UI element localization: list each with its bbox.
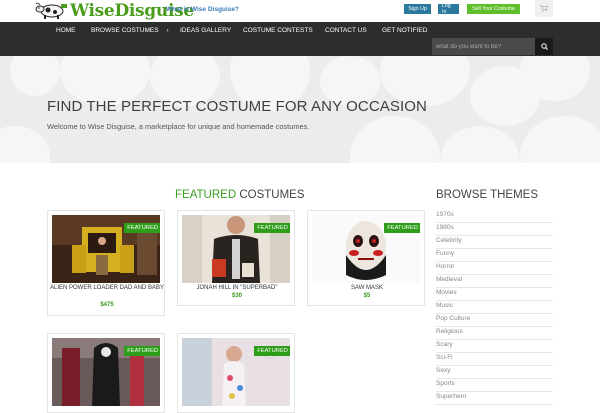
- log-in-button[interactable]: Log In: [438, 3, 459, 15]
- costume-name[interactable]: SAW MASK: [308, 284, 426, 293]
- costume-image[interactable]: FEATURED: [52, 338, 160, 406]
- hero-subtitle: Welcome to Wise Disguise, a marketplace …: [47, 122, 310, 131]
- costume-card[interactable]: FEATURED ALIEN POWER LOADER DAD AND BABY…: [47, 210, 165, 316]
- cart-icon: [540, 5, 548, 12]
- costume-image[interactable]: FEATURED: [182, 338, 290, 406]
- theme-link[interactable]: 1980s: [436, 223, 553, 236]
- costume-price: $30: [231, 293, 242, 299]
- costume-name[interactable]: ALIEN POWER LOADER DAD AND BABY: [48, 284, 166, 293]
- theme-link[interactable]: Medieval: [436, 275, 553, 288]
- nav-costume-contests[interactable]: COSTUME CONTESTS: [243, 27, 313, 34]
- costume-price: $5: [363, 293, 371, 299]
- theme-link[interactable]: Superhero: [436, 392, 553, 405]
- featured-badge: FEATURED: [254, 346, 290, 356]
- theme-link[interactable]: Scary: [436, 340, 553, 353]
- costume-price: $475: [100, 302, 114, 308]
- theme-link[interactable]: Pop Culture: [436, 314, 553, 327]
- costume-image[interactable]: FEATURED: [312, 215, 420, 283]
- chevron-right-icon: ›: [166, 27, 169, 34]
- theme-link[interactable]: Sexy: [436, 366, 553, 379]
- theme-link[interactable]: 1970s: [436, 210, 553, 223]
- featured-badge: FEATURED: [124, 346, 160, 356]
- what-is-link[interactable]: What is Wise Disguise?: [166, 6, 239, 13]
- costume-card[interactable]: FEATURED: [47, 333, 165, 413]
- featured-badge: FEATURED: [254, 223, 290, 233]
- search-bar: [432, 38, 553, 55]
- hero-title: FIND THE PERFECT COSTUME FOR ANY OCCASIO…: [47, 98, 427, 115]
- search-input[interactable]: [432, 38, 535, 55]
- featured-badge: FEATURED: [124, 223, 160, 233]
- theme-link[interactable]: Sports: [436, 379, 553, 392]
- cart-button[interactable]: [535, 0, 553, 17]
- hero-banner: FIND THE PERFECT COSTUME FOR ANY OCCASIO…: [0, 56, 600, 163]
- nav-browse-costumes[interactable]: BROWSE COSTUMES ›: [91, 27, 169, 34]
- theme-link[interactable]: Movies: [436, 288, 553, 301]
- theme-link[interactable]: Religious: [436, 327, 553, 340]
- nav-contact-us[interactable]: CONTACT US: [325, 27, 367, 34]
- nav-get-notified[interactable]: GET NOTIFIED: [382, 27, 427, 34]
- featured-heading-accent: FEATURED: [175, 189, 237, 201]
- costume-image[interactable]: FEATURED: [52, 215, 160, 283]
- featured-heading: FEATURED COSTUMES: [175, 189, 305, 201]
- costume-card[interactable]: FEATURED SAW MASK $5: [307, 210, 425, 306]
- main-nav: HOME BROWSE COSTUMES › IDEAS GALLERY COST…: [0, 22, 600, 56]
- featured-heading-rest: COSTUMES: [236, 189, 305, 201]
- costume-card[interactable]: FEATURED: [177, 333, 295, 413]
- costume-image[interactable]: FEATURED: [182, 215, 290, 283]
- costume-card[interactable]: FEATURED JONAH HILL IN "SUPERBAD" $30: [177, 210, 295, 306]
- cow-logo-icon: [35, 2, 67, 19]
- costume-name[interactable]: JONAH HILL IN "SUPERBAD": [178, 284, 296, 293]
- theme-link[interactable]: Music: [436, 301, 553, 314]
- nav-home[interactable]: HOME: [56, 27, 76, 34]
- sell-costume-button[interactable]: Sell Your Costume: [467, 4, 520, 14]
- theme-link[interactable]: Celebrity: [436, 236, 553, 249]
- theme-link[interactable]: Horror: [436, 262, 553, 275]
- nav-ideas-gallery[interactable]: IDEAS GALLERY: [180, 27, 231, 34]
- nav-browse-label: BROWSE COSTUMES: [91, 27, 159, 34]
- themes-heading: BROWSE THEMES: [436, 189, 539, 201]
- featured-badge: FEATURED: [384, 223, 420, 233]
- sign-up-button[interactable]: Sign Up: [404, 4, 431, 14]
- theme-link[interactable]: Sci-Fi: [436, 353, 553, 366]
- theme-link[interactable]: Funny: [436, 249, 553, 262]
- top-bar: WiseDisguise What is Wise Disguise? Sign…: [0, 0, 600, 22]
- search-icon: [540, 43, 548, 50]
- search-button[interactable]: [535, 38, 553, 55]
